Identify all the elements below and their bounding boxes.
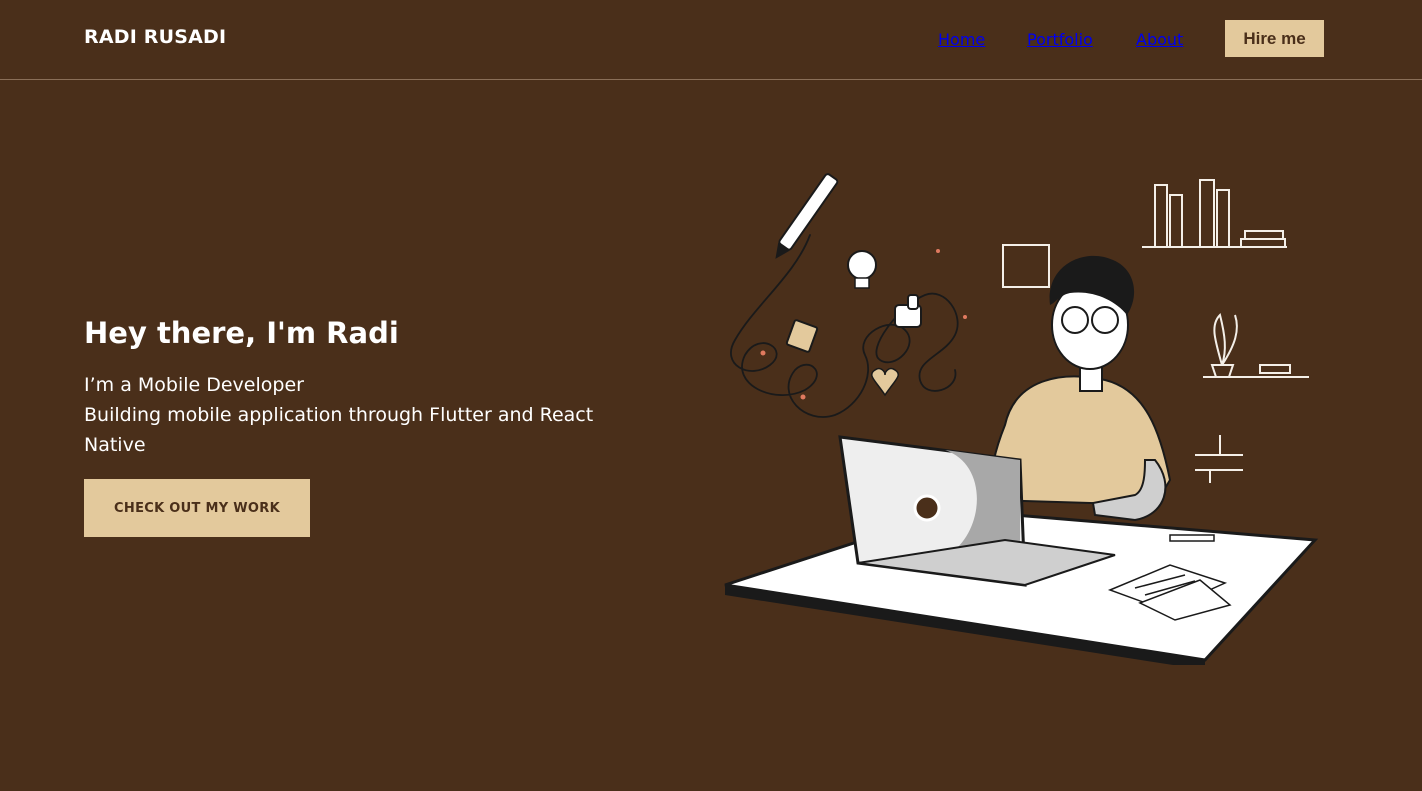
hero-description: I’m a Mobile Developer Building mobile a… (84, 370, 644, 460)
nav-home-link[interactable]: Home (938, 30, 985, 49)
developer-illustration (724, 173, 1319, 665)
plant-shelf-icon (1203, 313, 1309, 378)
lightbulb-icon (847, 250, 877, 289)
check-out-work-button[interactable]: CHECK OUT MY WORK (84, 479, 310, 537)
top-navigation-bar: RADI RUSADI Home Portfolio About Hire me (0, 0, 1422, 80)
heart-icon (871, 367, 899, 397)
nav-about-link[interactable]: About (1136, 30, 1183, 49)
brand-name[interactable]: RADI RUSADI (84, 26, 226, 48)
hero-title: Hey there, I'm Radi (84, 316, 399, 350)
hero-role-line: I’m a Mobile Developer (84, 374, 304, 396)
bookshelf-icon (1142, 179, 1287, 248)
dot (963, 315, 967, 319)
hero-tagline: Building mobile application through Flut… (84, 404, 594, 456)
note-icon (785, 319, 819, 353)
nav-portfolio-link[interactable]: Portfolio (1027, 30, 1093, 49)
scribble-doodle (730, 234, 959, 418)
picture-frame-icon (1002, 244, 1050, 288)
pen-icon (1169, 534, 1215, 542)
laptop-logo-icon (913, 494, 941, 522)
wall-brick-icon (1195, 435, 1243, 483)
dot (760, 350, 766, 356)
thumbs-up-icon (894, 294, 922, 328)
hire-me-button[interactable]: Hire me (1225, 20, 1324, 57)
dot (800, 394, 806, 400)
dot (936, 249, 940, 253)
